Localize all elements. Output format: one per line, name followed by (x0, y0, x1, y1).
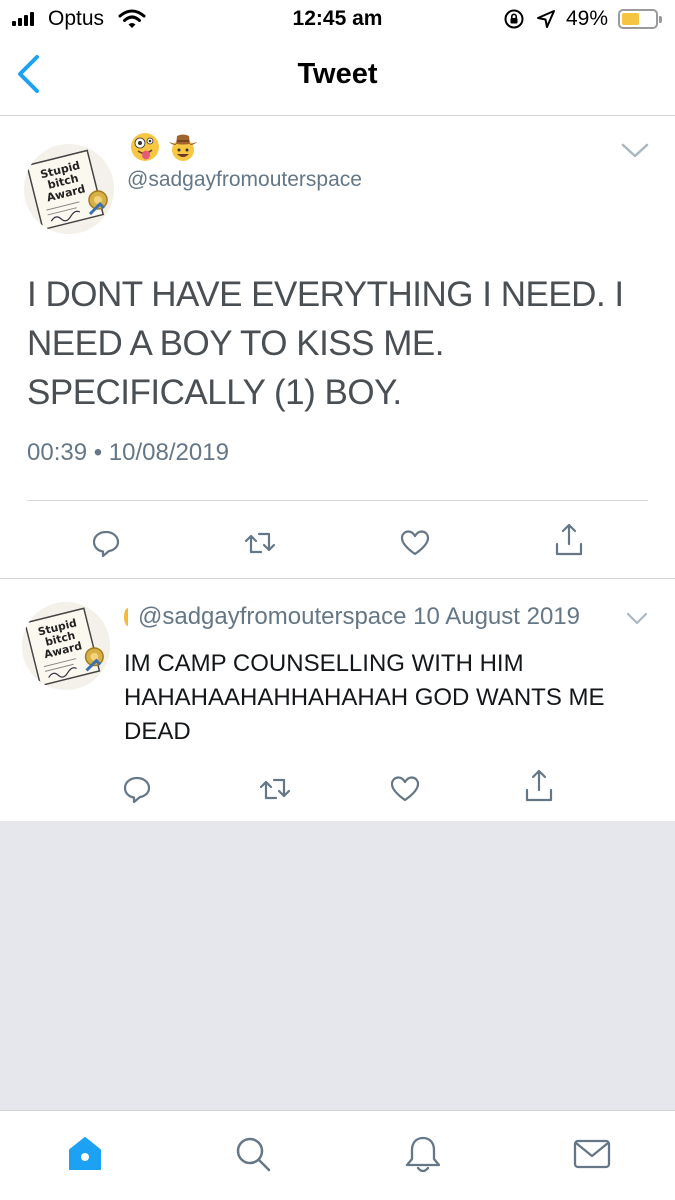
search-icon (236, 1137, 271, 1172)
avatar[interactable]: Stupid bitch Award (22, 602, 110, 690)
divider (27, 500, 648, 501)
chevron-down-icon[interactable] (625, 611, 649, 627)
home-icon (69, 1137, 101, 1170)
user-handle[interactable]: @sadgayfromouterspace (127, 168, 362, 192)
reply-icon[interactable] (122, 774, 152, 804)
crescent-moon-icon (124, 608, 132, 626)
award-certificate-image: Stupid bitch Award (24, 144, 114, 234)
messages-icon (573, 1139, 611, 1169)
battery-percent: 49% (566, 7, 609, 30)
share-icon[interactable] (524, 768, 554, 804)
rotation-lock-icon (504, 9, 524, 29)
reply-actions (0, 768, 675, 810)
empty-background (0, 821, 675, 1110)
cowboy-face-emoji (169, 134, 197, 161)
tweet-timestamp: 00:39 • 10/08/2019 (27, 439, 229, 466)
retweet-icon[interactable] (258, 776, 292, 802)
reply-date: 10 August 2019 (413, 603, 580, 630)
notifications-icon (405, 1136, 441, 1173)
retweet-icon[interactable] (243, 530, 277, 556)
tab-search[interactable] (234, 1135, 272, 1178)
page-title: Tweet (297, 58, 378, 90)
reply-header: @sadgayfromouterspace 10 August 2019 (124, 603, 580, 631)
tweet-text: I DONT HAVE EVERYTHING I NEED. I NEED A … (27, 275, 624, 412)
chevron-down-icon[interactable] (620, 142, 650, 160)
tab-bar (0, 1110, 675, 1200)
tab-home[interactable] (66, 1135, 104, 1178)
avatar[interactable]: Stupid bitch Award (24, 144, 114, 234)
tweet-actions (0, 522, 675, 562)
display-name (130, 132, 198, 162)
reply-icon[interactable] (91, 528, 121, 558)
reply-handle[interactable]: @sadgayfromouterspace (138, 603, 407, 630)
reply-tweet[interactable]: Stupid bitch Award @sadgayfromouterspace… (0, 580, 675, 821)
battery-icon (618, 9, 662, 29)
award-certificate-image: Stupid bitch Award (22, 602, 110, 690)
tab-messages[interactable] (572, 1135, 612, 1178)
location-arrow-icon (537, 10, 555, 28)
main-tweet: Stupid bitch Award @sadgayfromouterspace… (0, 117, 675, 579)
zany-face-emoji (131, 133, 159, 161)
share-icon[interactable] (554, 522, 584, 558)
like-icon[interactable] (390, 775, 420, 803)
status-bar: Optus 12:45 am 49% (0, 0, 675, 38)
reply-text: IM CAMP COUNSELLING WITH HIM HAHAHAAHAHH… (124, 650, 605, 745)
tab-notifications[interactable] (404, 1135, 442, 1180)
like-icon[interactable] (400, 529, 430, 557)
navigation-bar: Tweet (0, 38, 675, 116)
